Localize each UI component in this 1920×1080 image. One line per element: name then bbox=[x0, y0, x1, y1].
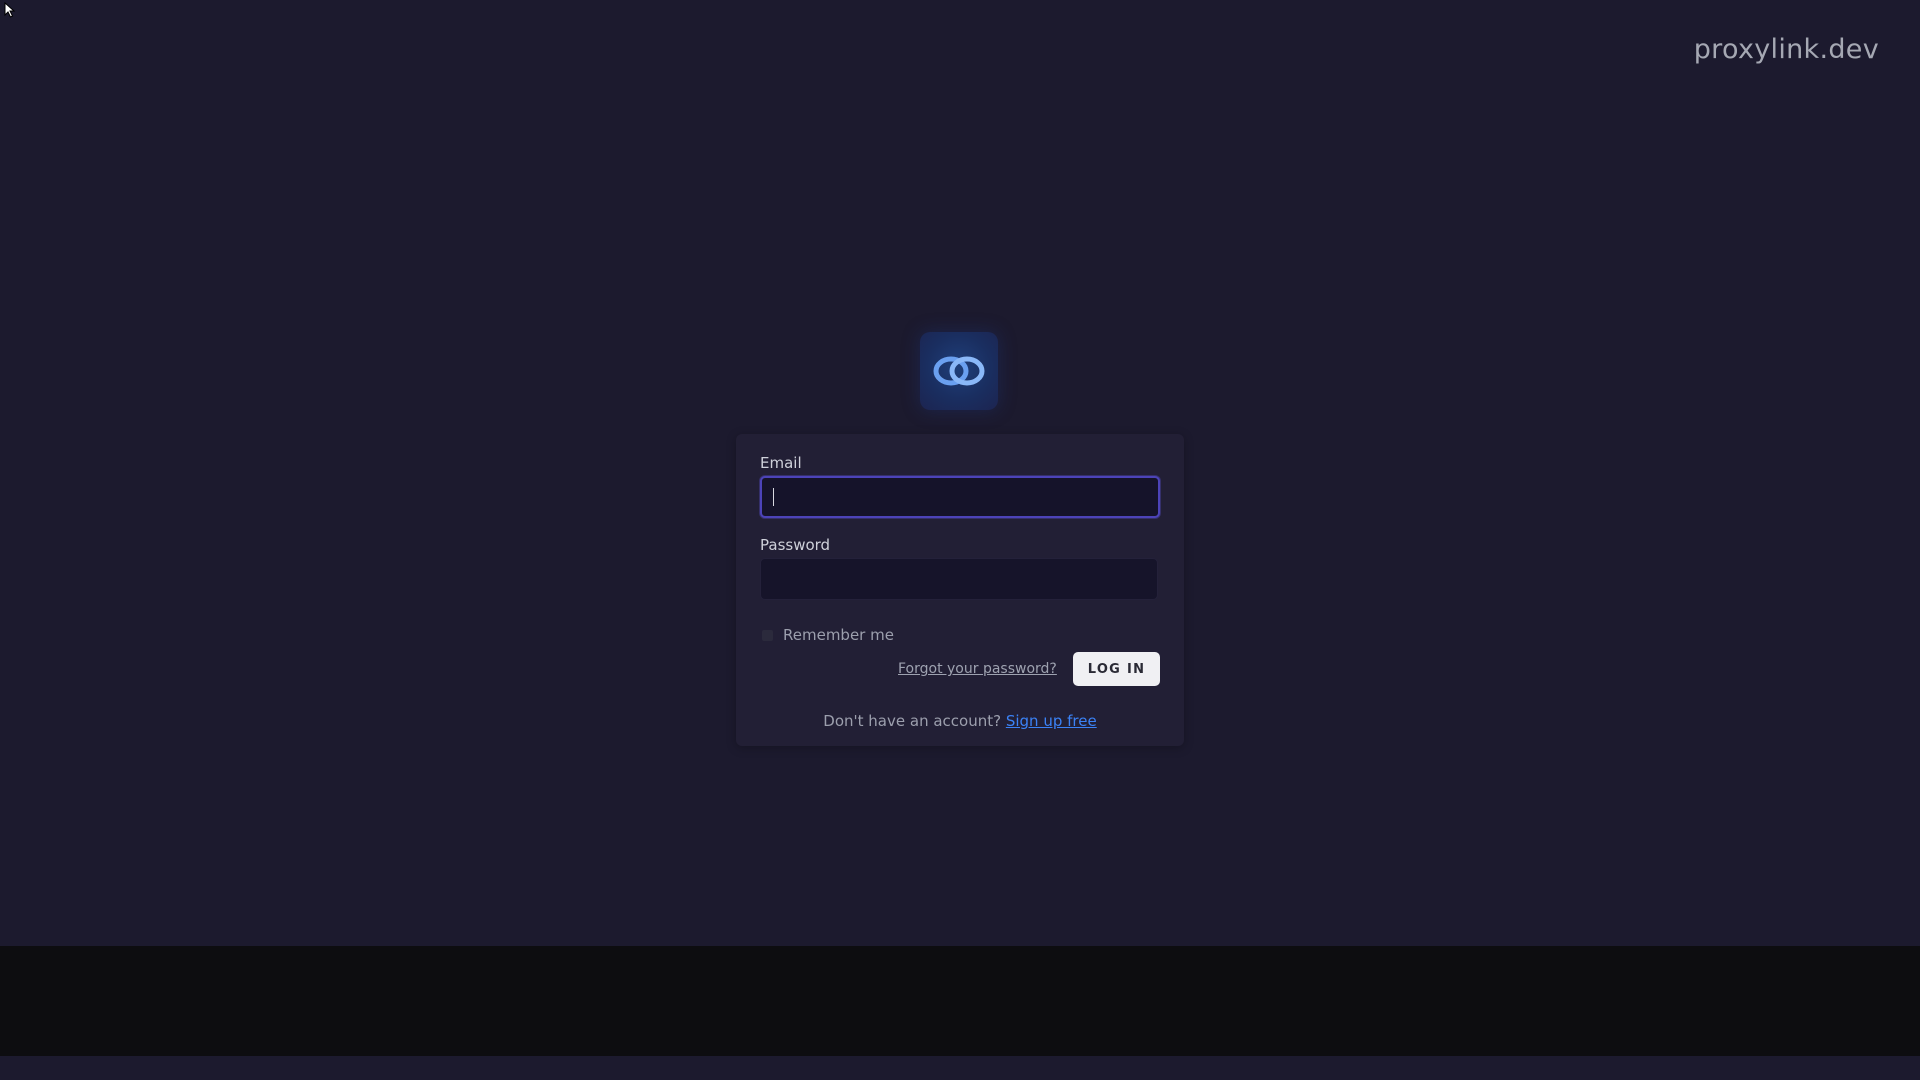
email-input[interactable] bbox=[760, 476, 1160, 518]
remember-me-row[interactable]: Remember me bbox=[762, 626, 894, 644]
remember-me-checkbox[interactable] bbox=[762, 629, 773, 641]
app-logo bbox=[920, 332, 998, 410]
interlocked-rings-icon bbox=[933, 356, 985, 386]
password-label: Password bbox=[760, 536, 831, 554]
brand-name: proxylink.dev bbox=[1693, 34, 1879, 65]
remember-me-label: Remember me bbox=[783, 626, 894, 644]
footer-bar bbox=[0, 946, 1920, 1056]
signup-prompt: Don't have an account? bbox=[823, 712, 1006, 730]
forgot-password-link[interactable]: Forgot your password? bbox=[898, 661, 1057, 677]
signup-link[interactable]: Sign up free bbox=[1006, 712, 1097, 730]
mouse-cursor-icon bbox=[4, 2, 16, 18]
email-label: Email bbox=[760, 454, 802, 472]
password-input[interactable] bbox=[760, 558, 1158, 600]
signup-row: Don't have an account? Sign up free bbox=[736, 712, 1184, 730]
text-caret bbox=[773, 488, 774, 506]
login-page: proxylink.dev Email Password Remember me… bbox=[0, 0, 1920, 1080]
login-card: Email Password Remember me Forgot your p… bbox=[736, 434, 1184, 746]
login-button[interactable]: LOG IN bbox=[1073, 652, 1160, 686]
